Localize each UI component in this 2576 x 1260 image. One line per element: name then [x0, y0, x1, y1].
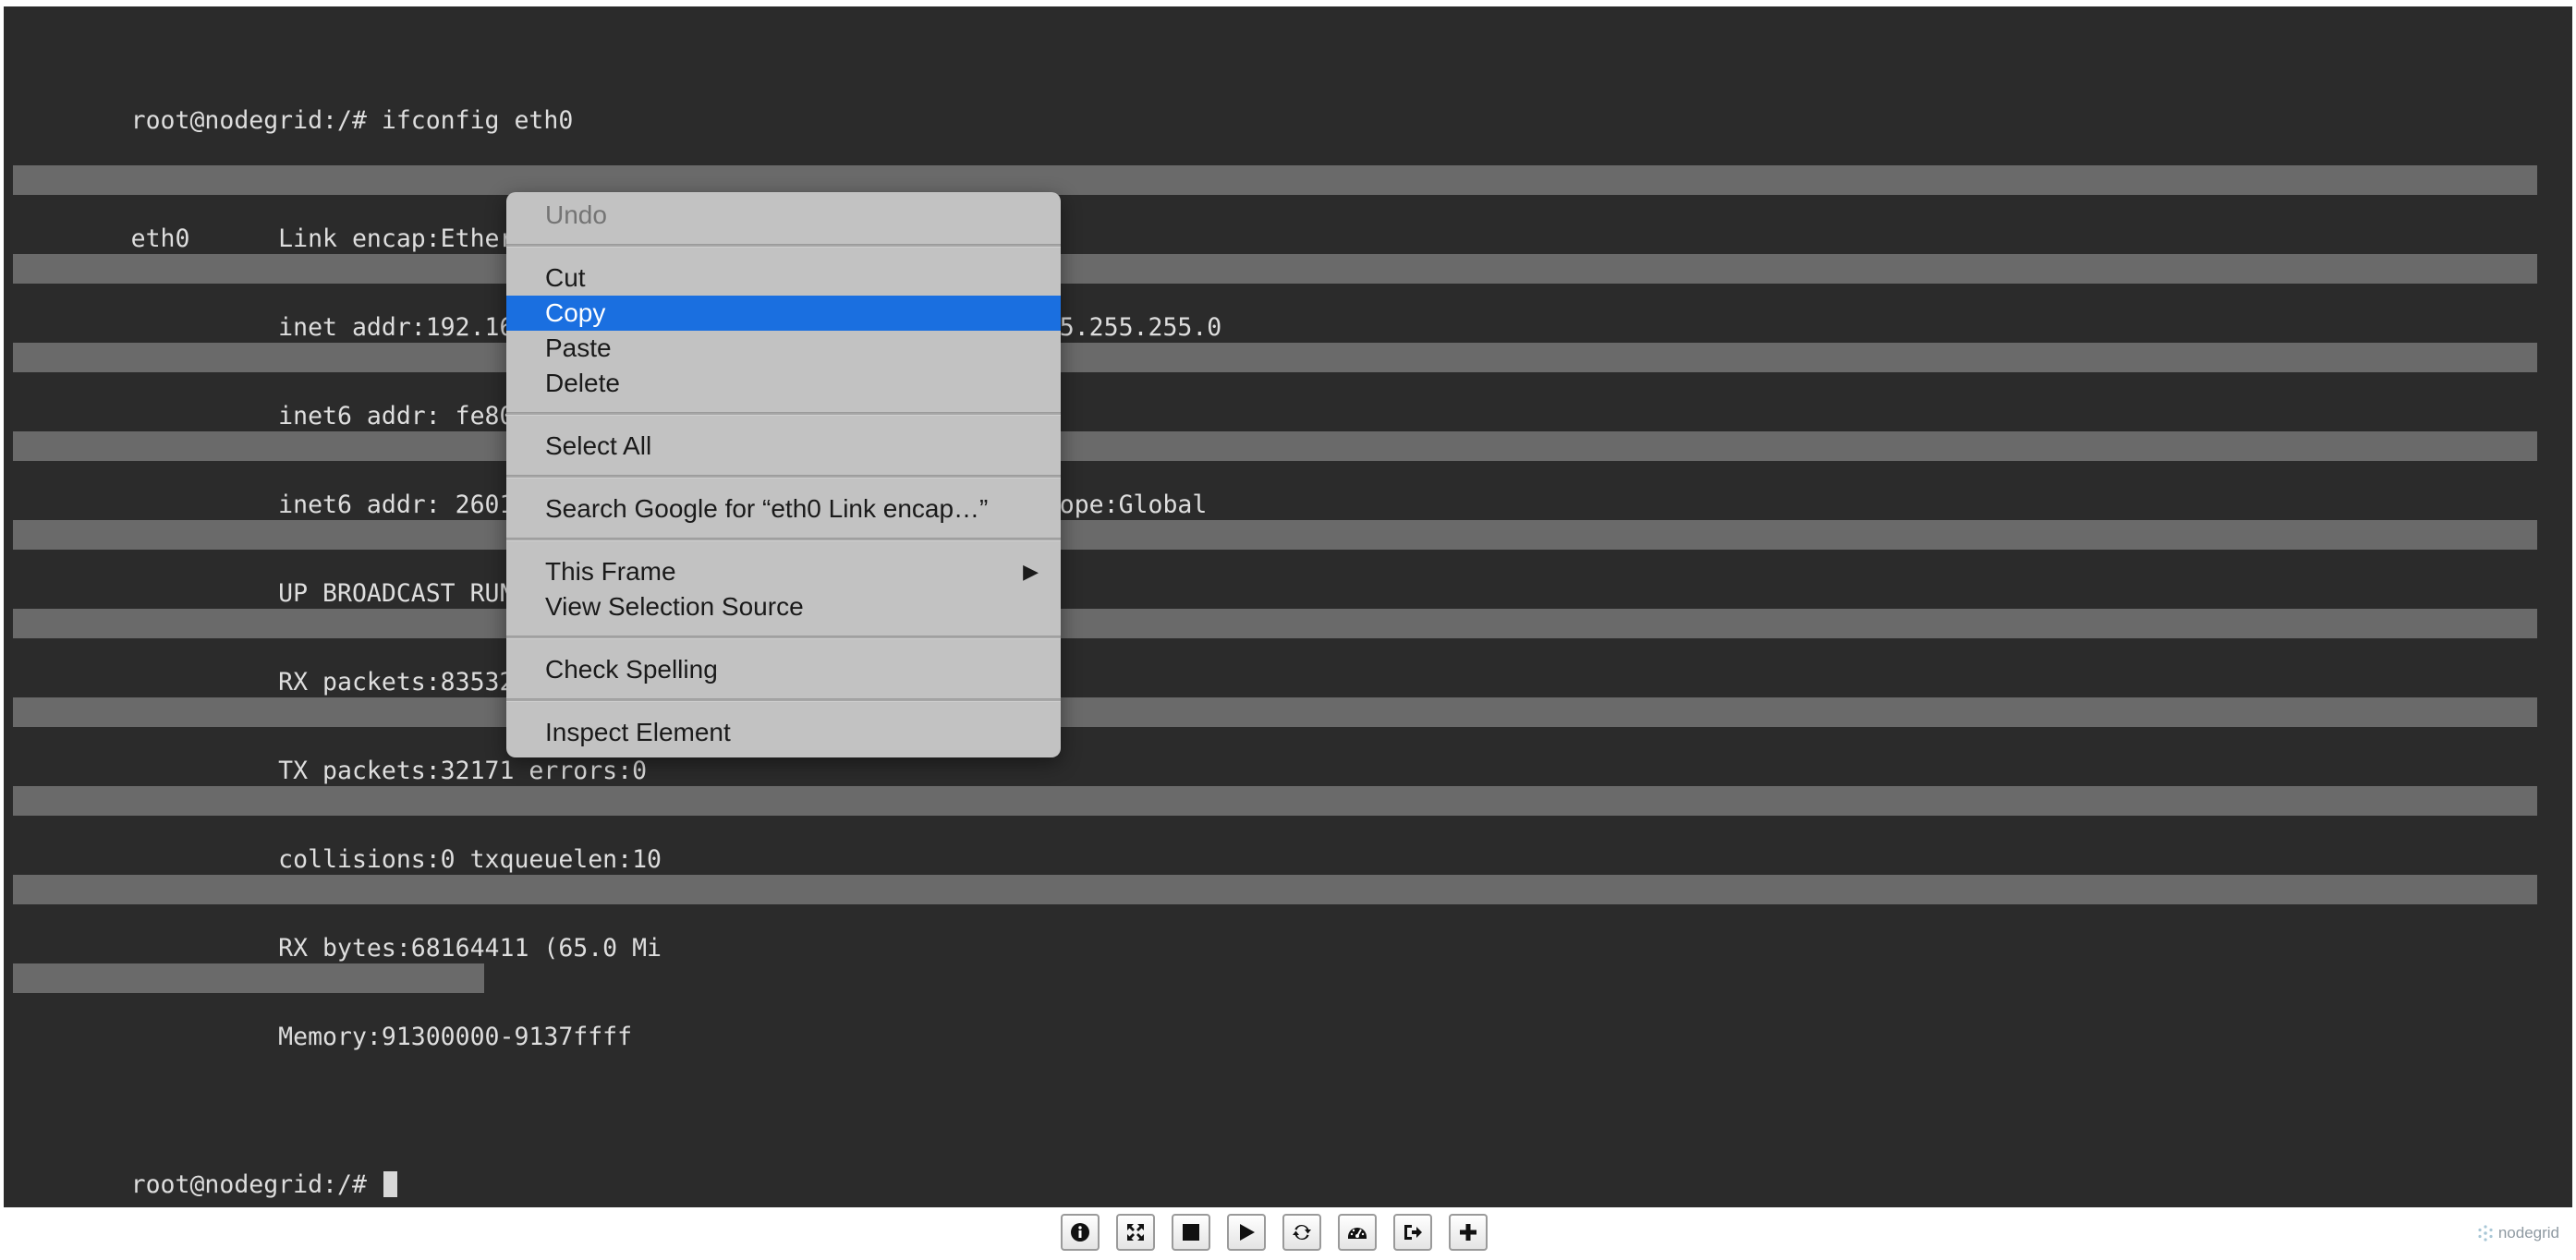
selection-highlight — [13, 165, 2537, 195]
terminal-line: inet6 addr: 2601:641:100:c400:290:fbff:f… — [4, 431, 2572, 519]
terminal-line: root@nodegrid:/# ifconfig eth0 — [4, 77, 2572, 135]
terminal-line: RX packets:835326 errors:0 — [4, 609, 2572, 697]
stop-button[interactable] — [1172, 1214, 1210, 1251]
terminal-line-text: root@nodegrid:/# ifconfig eth0 — [130, 106, 574, 135]
selection-highlight — [13, 254, 2537, 284]
selection-highlight — [13, 875, 2537, 904]
selection-highlight — [13, 786, 2537, 816]
terminal-prompt: root@nodegrid:/# — [130, 1170, 382, 1199]
info-button[interactable] — [1061, 1214, 1100, 1251]
menu-item-this-frame[interactable]: This Frame ▶ — [506, 554, 1061, 589]
fullscreen-button[interactable] — [1116, 1214, 1155, 1251]
selection-highlight — [13, 609, 2537, 638]
terminal-line-text: collisions:0 txqueuelen:10 — [130, 845, 662, 874]
fullscreen-icon — [1127, 1224, 1144, 1241]
terminal-cursor — [383, 1171, 397, 1197]
menu-item-paste[interactable]: Paste — [506, 331, 1061, 366]
context-menu: Undo Cut Copy Paste Delete Select All Se… — [506, 192, 1061, 757]
dashboard-icon — [1348, 1228, 1367, 1239]
terminal-screen[interactable]: root@nodegrid:/# ifconfig eth0 eth0 Link… — [4, 6, 2572, 1207]
terminal-line-text — [122, 1082, 131, 1110]
plus-icon — [1460, 1224, 1476, 1241]
terminal-line — [4, 1052, 2572, 1082]
terminal-line: TX packets:32171 errors:0 — [4, 697, 2572, 785]
play-button[interactable] — [1227, 1214, 1266, 1251]
terminal-line: Memory:91300000-9137ffff — [4, 963, 2572, 1051]
terminal-line: inet addr:192.168.2.152 Bcast:192.168.2.… — [4, 254, 2572, 342]
logout-button[interactable] — [1393, 1214, 1432, 1251]
terminal-line-text: Memory:91300000-9137ffff — [130, 1023, 633, 1051]
menu-separator — [506, 475, 1061, 479]
menu-item-delete[interactable]: Delete — [506, 366, 1061, 401]
terminal-output: root@nodegrid:/# ifconfig eth0 eth0 Link… — [4, 18, 2572, 1207]
bottom-toolbar: nodegrid — [0, 1207, 2576, 1260]
menu-item-inspect-element[interactable]: Inspect Element — [506, 715, 1061, 750]
terminal-line-text: RX bytes:68164411 (65.0 Mi — [130, 934, 662, 963]
play-icon — [1240, 1224, 1255, 1241]
refresh-icon — [1293, 1224, 1311, 1241]
submenu-arrow-icon: ▶ — [1023, 560, 1039, 583]
menu-separator — [506, 412, 1061, 416]
refresh-button[interactable] — [1282, 1214, 1321, 1251]
menu-item-label: This Frame — [545, 557, 676, 586]
menu-separator — [506, 538, 1061, 541]
terminal-line-text: TX packets:32171 errors:0 — [130, 757, 648, 785]
selection-highlight — [13, 431, 2537, 461]
selection-highlight — [13, 963, 484, 993]
menu-separator — [506, 244, 1061, 248]
dashboard-button[interactable] — [1338, 1214, 1377, 1251]
menu-item-cut[interactable]: Cut — [506, 260, 1061, 296]
menu-separator — [506, 636, 1061, 639]
logout-icon — [1404, 1225, 1422, 1240]
toolbar-buttons — [1061, 1214, 1488, 1251]
terminal-line: UP BROADCAST RUNNING MULTICAST MTU:1500 … — [4, 520, 2572, 608]
brand-logo: nodegrid — [2476, 1224, 2559, 1242]
terminal-line: inet6 addr: fe80::290:fbff:fe4e:9ac/64 S… — [4, 343, 2572, 430]
menu-item-check-spelling[interactable]: Check Spelling — [506, 652, 1061, 687]
menu-separator — [506, 698, 1061, 702]
stop-icon — [1183, 1224, 1199, 1241]
terminal-line: eth0 Link encap:Ethernet HWaddr 00:90:fb… — [4, 165, 2572, 253]
brand-name: nodegrid — [2497, 1224, 2559, 1242]
add-button[interactable] — [1449, 1214, 1488, 1251]
terminal-line: collisions:0 txqueuelen:10 — [4, 786, 2572, 874]
menu-item-view-selection-source[interactable]: View Selection Source — [506, 589, 1061, 624]
menu-item-search-google[interactable]: Search Google for “eth0 Link encap…” — [506, 491, 1061, 527]
selection-highlight — [13, 520, 2537, 550]
app-window: root@nodegrid:/# ifconfig eth0 eth0 Link… — [0, 0, 2576, 1260]
menu-item-select-all[interactable]: Select All — [506, 429, 1061, 464]
info-icon — [1071, 1223, 1089, 1242]
menu-item-copy[interactable]: Copy — [506, 296, 1061, 331]
menu-item-undo[interactable]: Undo — [506, 198, 1061, 233]
terminal-line: RX bytes:68164411 (65.0 Mi — [4, 875, 2572, 963]
selection-highlight — [13, 697, 2537, 727]
selection-highlight — [13, 343, 2537, 372]
terminal-prompt-line: root@nodegrid:/# — [4, 1141, 2572, 1199]
nodegrid-logo-icon — [2478, 1225, 2493, 1242]
